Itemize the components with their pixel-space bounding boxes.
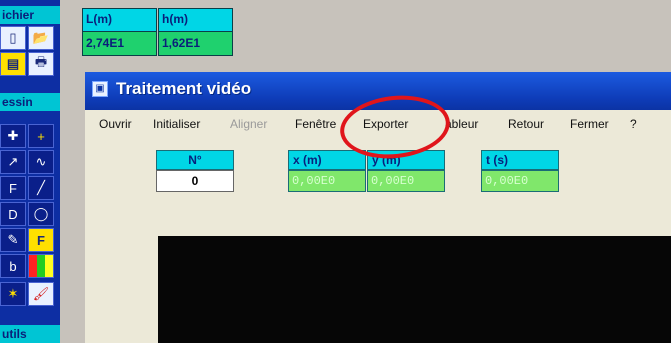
page-d-icon[interactable]: D (0, 202, 26, 226)
trend-icon[interactable]: ↗ (0, 150, 26, 174)
height-cell: h(m) 1,62E1 (158, 8, 233, 56)
toolbar-label-outils: utils (0, 325, 60, 343)
x-position-value: 0,00E0 (288, 170, 366, 192)
brush-icon[interactable]: 🖌 (28, 282, 54, 306)
print-icon[interactable]: 🖶 (28, 52, 54, 76)
menu-exporter[interactable]: Exporter (363, 117, 408, 131)
video-processing-window: ▣ Traitement vidéo Ouvrir Initialiser Al… (85, 72, 671, 343)
toolbar-label-dessin: essin (0, 93, 60, 111)
video-area[interactable] (158, 236, 671, 343)
window-title: Traitement vidéo (116, 79, 252, 98)
menu-tableur[interactable]: ableur (445, 117, 478, 131)
menu-help[interactable]: ? (630, 117, 637, 131)
time-label: t (s) (481, 150, 559, 170)
length-cell: L(m) 2,74E1 (82, 8, 157, 56)
height-value: 1,62E1 (159, 31, 232, 55)
menu-initialiser[interactable]: Initialiser (153, 117, 200, 131)
length-label: L(m) (83, 9, 156, 31)
menu-fenetre[interactable]: Fenêtre (295, 117, 336, 131)
line-icon[interactable]: ╱ (28, 176, 54, 200)
frame-number-label: N° (156, 150, 234, 170)
menu-retour[interactable]: Retour (508, 117, 544, 131)
plus-icon[interactable]: + (28, 124, 54, 148)
folder-open-icon[interactable]: 📂 (28, 26, 54, 50)
menu-fermer[interactable]: Fermer (570, 117, 609, 131)
y-position-value: 0,00E0 (367, 170, 445, 192)
height-label: h(m) (159, 9, 232, 31)
page-f-icon[interactable]: F (0, 176, 26, 200)
x-position-group: x (m) 0,00E0 (288, 150, 366, 192)
notebook-icon[interactable]: ▤ (0, 52, 26, 76)
toolbar-label-fichier: ichier (0, 6, 60, 24)
page-b-icon[interactable]: b (0, 254, 26, 278)
menu-ouvrir[interactable]: Ouvrir (99, 117, 132, 131)
wave-icon[interactable]: ∿ (28, 150, 54, 174)
menu-aligner: Aligner (230, 117, 268, 131)
title-bar[interactable]: ▣ Traitement vidéo (85, 72, 671, 110)
y-position-group: y (m) 0,00E0 (367, 150, 445, 192)
time-value: 0,00E0 (481, 170, 559, 192)
time-group: t (s) 0,00E0 (481, 150, 559, 192)
file-icon[interactable]: ▯ (0, 26, 26, 50)
cross-y-icon[interactable]: ✚ (0, 124, 26, 148)
palette-icon[interactable] (28, 254, 54, 278)
length-value: 2,74E1 (83, 31, 156, 55)
menu-bar: Ouvrir Initialiser Aligner Fenêtre Expor… (85, 110, 671, 136)
y-position-label: y (m) (367, 150, 445, 170)
frame-number-group: N° 0 (156, 150, 234, 192)
window-icon: ▣ (92, 81, 108, 97)
sparkle-icon[interactable]: ✶ (0, 282, 26, 306)
x-position-label: x (m) (288, 150, 366, 170)
frame-number-input[interactable]: 0 (156, 170, 234, 192)
f-icon[interactable]: F (28, 228, 54, 252)
left-toolbar: ichier ▯ 📂 ▤ 🖶 essin ✚ + ↗ ∿ F ╱ D ◯ ✎ F… (0, 0, 60, 343)
circle-icon[interactable]: ◯ (28, 202, 54, 226)
pen-icon[interactable]: ✎ (0, 228, 26, 252)
